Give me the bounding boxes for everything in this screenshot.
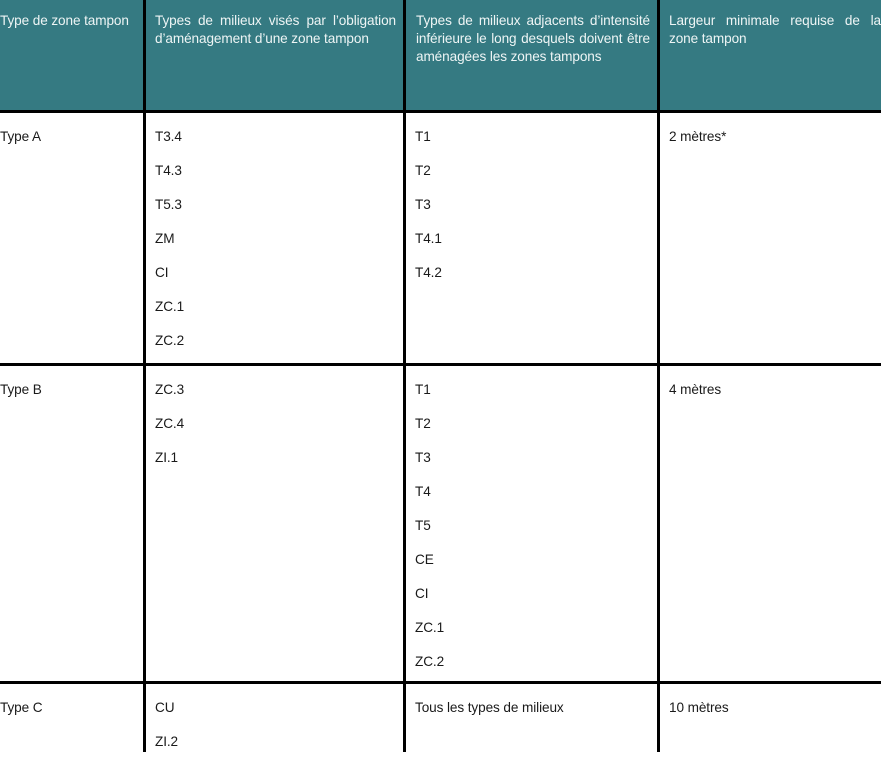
list-item: ZC.2 xyxy=(415,654,445,669)
row-type-label: Type A xyxy=(0,129,41,144)
header-milieux-adjacents: Types de milieux adjacents d’intensité i… xyxy=(416,13,650,65)
list-item: CI xyxy=(415,586,429,601)
list-item: T3 xyxy=(415,197,431,212)
list-item: CI xyxy=(155,265,169,280)
list-item: T4.2 xyxy=(415,265,442,280)
header-largeur: Largeur minimale requise de la zone tamp… xyxy=(669,13,881,47)
header-milieux-vises: Types de milieux visés par l’obligation … xyxy=(155,13,396,47)
list-item: ZC.1 xyxy=(415,620,445,635)
list-item: CU xyxy=(155,700,175,715)
row-divider xyxy=(0,363,881,366)
list-item: T4.3 xyxy=(155,163,182,178)
milieux-vises-list: CU ZI.2 xyxy=(155,691,400,759)
milieux-adjacents-list: T1 T2 T3 T4 T5 CE CI ZC.1 ZC.2 xyxy=(415,373,655,679)
list-item: T1 xyxy=(415,382,431,397)
list-item: T2 xyxy=(415,163,431,178)
list-item: T3 xyxy=(415,450,431,465)
list-item: T2 xyxy=(415,416,431,431)
list-item: CE xyxy=(415,552,434,567)
list-item: Tous les types de milieux xyxy=(415,700,564,715)
milieux-vises-list: ZC.3 ZC.4 ZI.1 xyxy=(155,373,400,475)
row-divider xyxy=(0,110,881,113)
row-divider xyxy=(0,681,881,684)
list-item: ZI.2 xyxy=(155,734,179,749)
largeur-value: 2 mètres* xyxy=(669,129,727,144)
largeur-value: 4 mètres xyxy=(669,382,722,397)
list-item: ZC.4 xyxy=(155,416,185,431)
header-type-zone: Type de zone tampon xyxy=(0,13,129,28)
milieux-vises-list: T3.4 T4.3 T5.3 ZM CI ZC.1 ZC.2 xyxy=(155,120,400,358)
list-item: ZM xyxy=(155,231,175,246)
milieux-adjacents-list: T1 T2 T3 T4.1 T4.2 xyxy=(415,120,655,290)
milieux-adjacents-list: Tous les types de milieux xyxy=(415,691,655,725)
list-item: T3.4 xyxy=(155,129,182,144)
largeur-value: 10 mètres xyxy=(669,700,729,715)
list-item: T4.1 xyxy=(415,231,442,246)
list-item: T5.3 xyxy=(155,197,182,212)
list-item: ZC.1 xyxy=(155,299,185,314)
list-item: ZC.2 xyxy=(155,333,185,348)
list-item: T4 xyxy=(415,484,431,499)
table-header: Type de zone tampon Types de milieux vis… xyxy=(0,0,881,111)
list-item: ZI.1 xyxy=(155,450,179,465)
buffer-zone-table: Type de zone tampon Types de milieux vis… xyxy=(0,0,881,752)
row-type-label: Type C xyxy=(0,700,43,715)
list-item: ZC.3 xyxy=(155,382,185,397)
list-item: T5 xyxy=(415,518,431,533)
list-item: T1 xyxy=(415,129,431,144)
row-type-label: Type B xyxy=(0,382,42,397)
